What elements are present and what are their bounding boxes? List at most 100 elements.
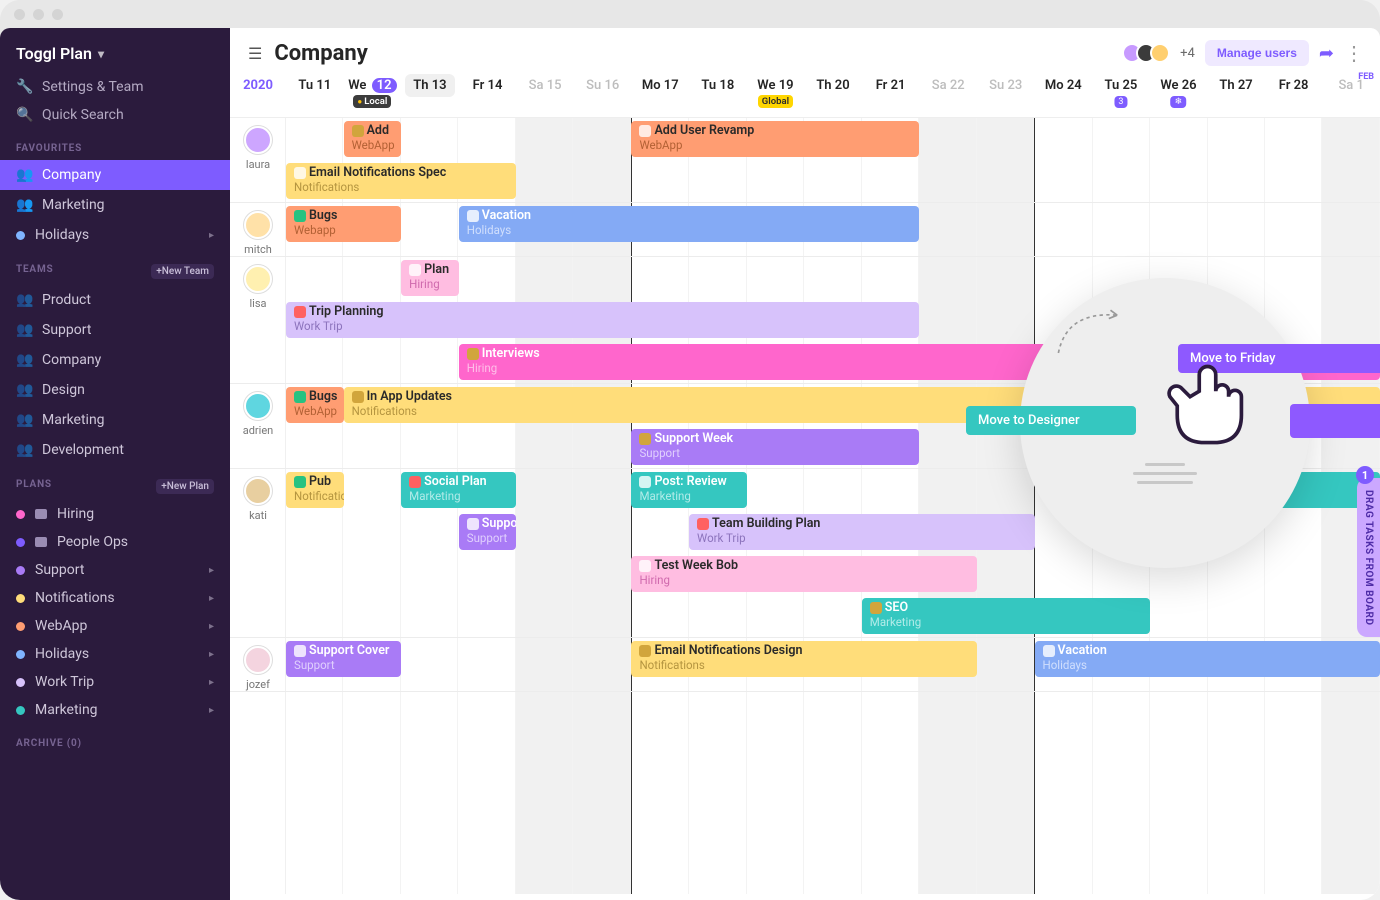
task-card[interactable]: Support WeekSupport [631, 429, 919, 465]
plan-swatch [16, 678, 25, 687]
user-column[interactable]: kati [230, 469, 286, 637]
traffic-light-min[interactable] [33, 9, 44, 20]
drag-badge[interactable]: 1 [1356, 466, 1374, 484]
task-card[interactable]: Trip PlanningWork Trip [286, 302, 919, 338]
task-card[interactable]: SupportSupport [459, 514, 517, 550]
day-header[interactable]: We 12Local [344, 72, 402, 108]
day-header[interactable]: Su 23 [977, 72, 1035, 108]
month-chip: FEB [1358, 72, 1374, 82]
favourite-item[interactable]: 👥Company [0, 160, 230, 190]
menu-icon[interactable]: ☰ [248, 44, 262, 63]
team-item[interactable]: 👥Design [0, 375, 230, 405]
lane: Support CoverSupport Email Notifications … [286, 638, 1380, 680]
plan-item[interactable]: People Ops [0, 528, 230, 556]
wrench-icon: 🔧 [16, 79, 32, 95]
team-item[interactable]: 👥Development [0, 435, 230, 465]
user-column[interactable]: adrien [230, 384, 286, 468]
day-header[interactable]: Fr 21 [862, 72, 920, 108]
user-column[interactable]: jozef [230, 638, 286, 691]
plan-label: Marketing [35, 702, 98, 718]
drag-task-move-designer[interactable]: Move to Designer [966, 406, 1136, 435]
task-card[interactable]: BugsWebapp [286, 206, 401, 242]
quick-search-link[interactable]: 🔍Quick Search [0, 101, 230, 129]
day-header[interactable]: Su 16 [574, 72, 632, 108]
year-label[interactable]: 2020 [230, 72, 286, 93]
team-item[interactable]: 👥Marketing [0, 405, 230, 435]
user-column[interactable]: lisa [230, 257, 286, 383]
traffic-light-max[interactable] [52, 9, 63, 20]
task-card[interactable]: Social PlanMarketing [401, 472, 516, 508]
plan-item[interactable]: WebApp▸ [0, 612, 230, 640]
task-card[interactable]: Email Notifications SpecNotifications [286, 163, 516, 199]
day-header[interactable]: Tu 253 [1092, 72, 1150, 108]
plan-swatch [16, 650, 25, 659]
day-header[interactable]: Tu 18 [689, 72, 747, 108]
share-icon[interactable]: ➦ [1319, 43, 1334, 64]
day-header[interactable]: We 26❄ [1150, 72, 1208, 108]
avatar-stack[interactable] [1128, 43, 1170, 63]
day-header[interactable]: Mo 17 [631, 72, 689, 108]
day-header[interactable]: Mo 24 [1035, 72, 1093, 108]
task-card[interactable]: BugsWebApp [286, 387, 344, 423]
chevron-right-icon: ▸ [209, 649, 214, 660]
plan-item[interactable]: Marketing▸ [0, 696, 230, 724]
task-card[interactable]: SEOMarketing [862, 598, 1150, 634]
avatar [244, 265, 272, 293]
task-card[interactable]: Test Week BobHiring [631, 556, 976, 592]
task-card[interactable]: Team Building PlanWork Trip [689, 514, 1034, 550]
more-users-count[interactable]: +4 [1180, 46, 1195, 61]
task-card[interactable]: Support CoverSupport [286, 641, 401, 677]
user-name: mitch [244, 243, 272, 256]
task-card[interactable]: Post: ReviewMarketing [631, 472, 746, 508]
workspace-switcher[interactable]: Toggl Plan ▾ [0, 28, 230, 73]
team-label: Development [42, 442, 124, 458]
task-card[interactable]: PubNotifications [286, 472, 344, 508]
search-icon: 🔍 [16, 107, 32, 123]
day-header[interactable]: Sa 22 [919, 72, 977, 108]
new-plan-button[interactable]: +New Plan [156, 479, 214, 494]
plan-item[interactable]: Notifications▸ [0, 584, 230, 612]
day-header[interactable]: Th 27 [1207, 72, 1265, 108]
favourite-item[interactable]: 👥Marketing [0, 190, 230, 220]
day-badge: 3 [1114, 96, 1127, 108]
task-card[interactable]: PlanHiring [401, 260, 459, 296]
archive-header[interactable]: ARCHIVE (0) [0, 724, 230, 755]
team-item[interactable]: 👥Product [0, 285, 230, 315]
manage-users-button[interactable]: Manage users [1205, 40, 1309, 66]
people-icon: 👥 [16, 382, 32, 398]
traffic-light-close[interactable] [14, 9, 25, 20]
status-icon [467, 348, 479, 360]
task-card[interactable]: In App UpdatesNotifications [344, 387, 1035, 423]
status-icon [639, 125, 651, 137]
plan-item[interactable]: Holidays▸ [0, 640, 230, 668]
day-header[interactable]: We 19Global [747, 72, 805, 108]
day-header[interactable]: Fr 28 [1265, 72, 1323, 108]
day-header[interactable]: Th 20 [804, 72, 862, 108]
task-card[interactable]: Add User RevampWebApp [631, 121, 919, 157]
day-header[interactable]: Fr 14 [459, 72, 517, 108]
user-column[interactable]: laura [230, 118, 286, 202]
chevron-right-icon: ▸ [209, 677, 214, 688]
new-team-button[interactable]: +New Team [151, 264, 214, 279]
task-card[interactable]: VacationHolidays [459, 206, 920, 242]
day-tag: Global [758, 95, 793, 108]
task-card[interactable]: Email Notifications DesignNotifications [631, 641, 976, 677]
plan-item[interactable]: Support▸ [0, 556, 230, 584]
day-header[interactable]: Tu 11 [286, 72, 344, 108]
status-icon [352, 391, 364, 403]
more-options-icon[interactable]: ⋮ [1344, 41, 1362, 65]
user-column[interactable]: mitch [230, 203, 286, 256]
favourite-item[interactable]: Holidays▸ [0, 220, 230, 250]
day-header[interactable]: Sa 15 [516, 72, 574, 108]
day-header[interactable]: Th 13 [401, 72, 459, 108]
team-item[interactable]: 👥Company [0, 345, 230, 375]
task-card[interactable]: VacationHolidays [1035, 641, 1380, 677]
task-card[interactable]: AddWebApp [344, 121, 402, 157]
drag-from-board-handle[interactable]: DRAG TASKS FROM BOARD [1357, 478, 1380, 637]
plan-item[interactable]: Hiring [0, 500, 230, 528]
user-avatar[interactable] [1150, 43, 1170, 63]
plan-item[interactable]: Work Trip ▸ [0, 668, 230, 696]
team-item[interactable]: 👥Support [0, 315, 230, 345]
settings-team-link[interactable]: 🔧Settings & Team [0, 73, 230, 101]
plan-label: Work Trip [35, 674, 94, 690]
